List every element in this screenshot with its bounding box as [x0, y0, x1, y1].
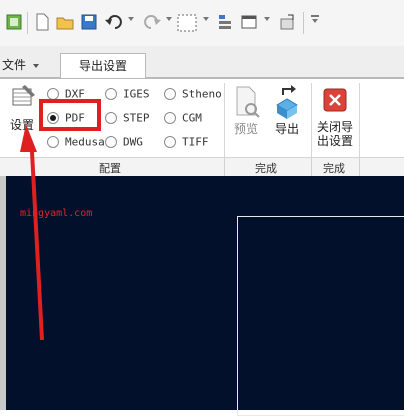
close-icon — [323, 88, 347, 112]
customize-icon[interactable] — [311, 15, 319, 17]
pdf-highlight-box — [39, 99, 101, 131]
format-radio-dwg[interactable]: DWG — [105, 135, 143, 153]
close-export-settings-button[interactable]: 关闭导 出设置 — [315, 87, 355, 148]
format-radio-stheno[interactable]: Stheno — [164, 87, 222, 105]
file-tab-label: 文件 — [2, 58, 27, 72]
graphics-left-border — [0, 176, 6, 410]
format-radio-iges[interactable]: IGES — [105, 87, 150, 105]
window-icon[interactable] — [240, 13, 260, 31]
format-radio-cgm[interactable]: CGM — [164, 111, 202, 129]
ribbon-tab-row: 文件 导出设置 — [0, 46, 404, 79]
format-radio-medusa[interactable]: Medusa — [47, 135, 105, 153]
tab-export-settings-label: 导出设置 — [78, 59, 127, 73]
preview-icon — [236, 86, 260, 118]
format-radio-tiff[interactable]: TIFF — [164, 135, 209, 153]
app-icon[interactable] — [5, 13, 23, 31]
radio-dot — [164, 112, 176, 124]
radio-dot — [105, 112, 117, 124]
ribbon-group-labels: 配置 完成 完成 — [0, 157, 404, 178]
chevron-down-icon — [32, 63, 39, 68]
format-radio-step[interactable]: STEP — [105, 111, 150, 129]
preview-button-label: 预览 — [233, 122, 258, 136]
group-label-config: 配置 — [99, 162, 121, 175]
export-icon — [276, 85, 298, 119]
radio-dot — [164, 136, 176, 148]
export-button-label: 导出 — [274, 122, 299, 136]
select-box-icon[interactable] — [176, 13, 200, 32]
save-icon[interactable] — [80, 13, 98, 31]
new-file-icon[interactable] — [34, 13, 50, 31]
watermark-text: mingyaml.com — [20, 208, 93, 219]
export-button[interactable]: 导出 — [270, 83, 304, 136]
file-tab[interactable]: 文件 — [2, 56, 54, 76]
settings-gear-icon — [12, 85, 35, 106]
close-label-line1: 关闭导 — [316, 120, 353, 134]
radio-dot — [47, 136, 59, 148]
settings-button-label: 设置 — [9, 118, 34, 132]
close-label-line2: 出设置 — [316, 134, 353, 148]
radio-dot — [105, 136, 117, 148]
drawing-sheet-frame — [237, 216, 404, 416]
redo-icon[interactable] — [141, 13, 163, 31]
switch-window-icon[interactable] — [278, 13, 298, 31]
settings-button[interactable]: 设置 — [6, 83, 38, 132]
preview-button[interactable]: 预览 — [229, 85, 263, 136]
radio-dot — [164, 88, 176, 100]
settings-icon[interactable] — [216, 13, 236, 31]
group-label-finish-2: 完成 — [323, 162, 345, 175]
group-label-finish: 完成 — [255, 162, 277, 175]
quick-access-toolbar — [0, 0, 404, 46]
graphics-window[interactable]: mingyaml.com — [0, 176, 404, 416]
undo-icon[interactable] — [103, 13, 125, 31]
radio-dot — [105, 88, 117, 100]
tab-export-settings[interactable]: 导出设置 — [60, 53, 146, 79]
open-folder-icon[interactable] — [56, 13, 76, 31]
